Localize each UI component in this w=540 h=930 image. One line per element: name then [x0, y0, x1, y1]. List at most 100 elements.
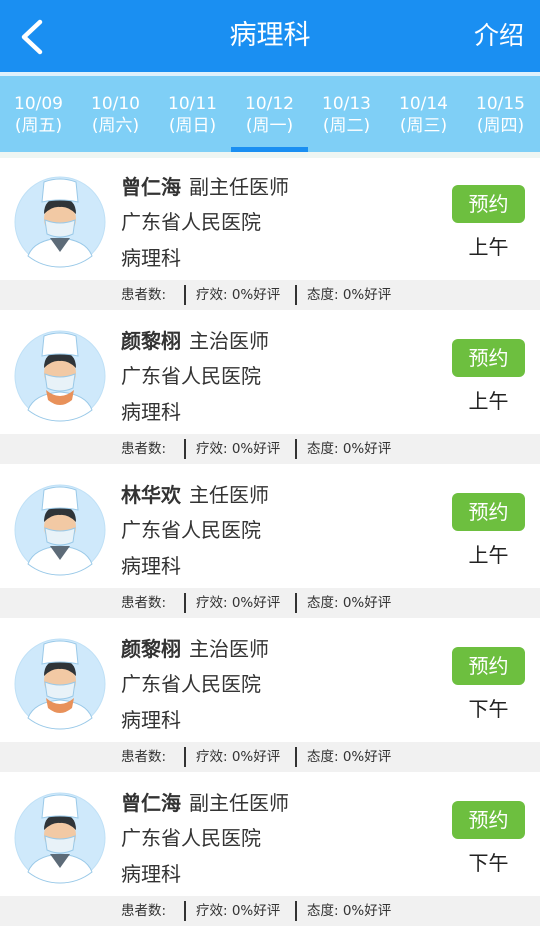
doctor-stats: 患者数: 疗效: 0%好评 态度: 0%好评: [0, 742, 540, 772]
efficacy-rating: 疗效: 0%好评: [196, 749, 281, 765]
divider: [295, 901, 297, 921]
book-button[interactable]: 预约: [452, 801, 525, 839]
book-button[interactable]: 预约: [452, 647, 525, 685]
doctor-avatar-icon: [14, 638, 106, 730]
doctor-name-line: 颜黎栩 主治医师: [121, 326, 269, 356]
attitude-rating: 态度: 0%好评: [307, 903, 392, 919]
date-tab-1009[interactable]: 10/09 (周五): [0, 76, 77, 152]
doctor-stats: 患者数: 疗效: 0%好评 态度: 0%好评: [0, 588, 540, 618]
patients-count: 患者数:: [121, 595, 167, 611]
date-tab-weekday: (周三): [399, 116, 448, 136]
intro-button[interactable]: 介绍: [474, 18, 524, 54]
doctor-list: 曾仁海 副主任医师 广东省人民医院 病理科 预约 上午 患者数: 疗效: 0%好评…: [0, 158, 540, 928]
doctor-title: 副主任医师: [189, 175, 289, 199]
doctor-name: 颜黎栩: [121, 329, 181, 353]
doctor-department: 病理科: [121, 862, 181, 886]
efficacy-rating: 疗效: 0%好评: [196, 903, 281, 919]
date-tab-weekday: (周四): [476, 116, 525, 136]
date-tab-date: 10/09: [14, 94, 63, 114]
doctor-name: 林华欢: [121, 483, 181, 507]
divider: [184, 593, 186, 613]
date-tab-weekday: (周日): [168, 116, 217, 136]
doctor-name-line: 林华欢 主任医师: [121, 480, 269, 510]
doctor-card[interactable]: 林华欢 主任医师 广东省人民医院 病理科 预约 上午 患者数: 疗效: 0%好评 …: [0, 466, 540, 620]
divider: [295, 747, 297, 767]
doctor-hospital: 广东省人民医院: [121, 518, 261, 542]
top-bar: 病理科 介绍: [0, 0, 540, 72]
patients-count: 患者数:: [121, 287, 167, 303]
date-tab-date: 10/12: [245, 94, 294, 114]
date-tab-date: 10/15: [476, 94, 525, 114]
date-tab-date: 10/10: [91, 94, 140, 114]
doctor-card[interactable]: 曾仁海 副主任医师 广东省人民医院 病理科 预约 下午 患者数: 疗效: 0%好评…: [0, 774, 540, 928]
doctor-name-line: 曾仁海 副主任医师: [121, 172, 289, 202]
patients-count: 患者数:: [121, 441, 167, 457]
time-slot: 下午: [468, 697, 509, 721]
efficacy-rating: 疗效: 0%好评: [196, 441, 281, 457]
doctor-hospital: 广东省人民医院: [121, 210, 261, 234]
doctor-title: 主任医师: [189, 483, 269, 507]
patients-count: 患者数:: [121, 749, 167, 765]
date-tab-1010[interactable]: 10/10 (周六): [77, 76, 154, 152]
date-tab-1013[interactable]: 10/13 (周二): [308, 76, 385, 152]
date-tab-1014[interactable]: 10/14 (周三): [385, 76, 462, 152]
doctor-name: 曾仁海: [121, 791, 181, 815]
time-slot: 上午: [468, 235, 509, 259]
attitude-rating: 态度: 0%好评: [307, 595, 392, 611]
doctor-hospital: 广东省人民医院: [121, 826, 261, 850]
date-tab-weekday: (周一): [245, 116, 294, 136]
divider: [184, 901, 186, 921]
doctor-stats: 患者数: 疗效: 0%好评 态度: 0%好评: [0, 280, 540, 310]
attitude-rating: 态度: 0%好评: [307, 441, 392, 457]
book-button[interactable]: 预约: [452, 493, 525, 531]
doctor-department: 病理科: [121, 400, 181, 424]
time-slot: 上午: [468, 543, 509, 567]
date-tab-1012-selected[interactable]: 10/12 (周一): [231, 76, 308, 152]
date-tab-weekday: (周六): [91, 116, 140, 136]
efficacy-rating: 疗效: 0%好评: [196, 595, 281, 611]
doctor-card[interactable]: 曾仁海 副主任医师 广东省人民医院 病理科 预约 上午 患者数: 疗效: 0%好评…: [0, 158, 540, 312]
page-title: 病理科: [229, 20, 311, 51]
doctor-name: 颜黎栩: [121, 637, 181, 661]
book-button[interactable]: 预约: [452, 185, 525, 223]
doctor-avatar-icon: [14, 484, 106, 576]
date-tabs: 10/09 (周五) 10/10 (周六) 10/11 (周日) 10/12 (…: [0, 76, 540, 152]
doctor-title: 主治医师: [189, 329, 269, 353]
doctor-hospital: 广东省人民医院: [121, 364, 261, 388]
doctor-department: 病理科: [121, 708, 181, 732]
date-tab-date: 10/13: [322, 94, 371, 114]
book-button[interactable]: 预约: [452, 339, 525, 377]
doctor-title: 主治医师: [189, 637, 269, 661]
date-tab-date: 10/14: [399, 94, 448, 114]
doctor-title: 副主任医师: [189, 791, 289, 815]
doctor-hospital: 广东省人民医院: [121, 672, 261, 696]
doctor-card[interactable]: 颜黎栩 主治医师 广东省人民医院 病理科 预约 上午 患者数: 疗效: 0%好评 …: [0, 312, 540, 466]
doctor-name-line: 曾仁海 副主任医师: [121, 788, 289, 818]
date-tab-weekday: (周二): [322, 116, 371, 136]
patients-count: 患者数:: [121, 903, 167, 919]
attitude-rating: 态度: 0%好评: [307, 287, 392, 303]
time-slot: 下午: [468, 851, 509, 875]
divider: [295, 439, 297, 459]
date-tab-date: 10/11: [168, 94, 217, 114]
doctor-avatar-icon: [14, 176, 106, 268]
doctor-name: 曾仁海: [121, 175, 181, 199]
date-tab-weekday: (周五): [14, 116, 63, 136]
doctor-avatar-icon: [14, 330, 106, 422]
doctor-stats: 患者数: 疗效: 0%好评 态度: 0%好评: [0, 896, 540, 926]
date-tab-1015[interactable]: 10/15 (周四): [462, 76, 539, 152]
doctor-avatar-icon: [14, 792, 106, 884]
doctor-department: 病理科: [121, 554, 181, 578]
doctor-card[interactable]: 颜黎栩 主治医师 广东省人民医院 病理科 预约 下午 患者数: 疗效: 0%好评 …: [0, 620, 540, 774]
time-slot: 上午: [468, 389, 509, 413]
divider: [295, 593, 297, 613]
attitude-rating: 态度: 0%好评: [307, 749, 392, 765]
doctor-department: 病理科: [121, 246, 181, 270]
divider: [184, 747, 186, 767]
divider: [184, 439, 186, 459]
doctor-stats: 患者数: 疗效: 0%好评 态度: 0%好评: [0, 434, 540, 464]
date-tab-1011[interactable]: 10/11 (周日): [154, 76, 231, 152]
efficacy-rating: 疗效: 0%好评: [196, 287, 281, 303]
divider: [184, 285, 186, 305]
divider: [295, 285, 297, 305]
